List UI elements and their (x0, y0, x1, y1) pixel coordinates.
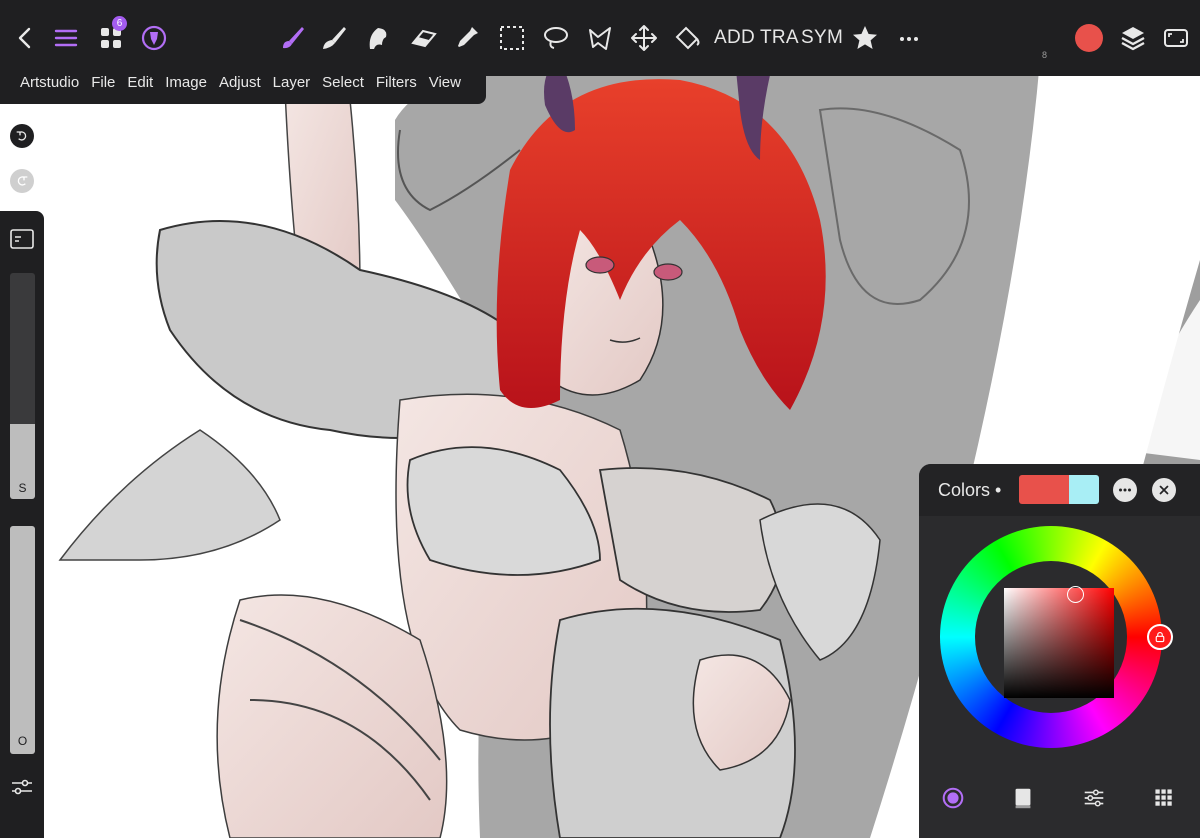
redo-button[interactable] (10, 169, 34, 193)
fullscreen-icon[interactable] (1158, 20, 1194, 56)
rect-select-icon[interactable] (494, 20, 530, 56)
layers-count-badge: 6 (112, 16, 127, 31)
menu-edit[interactable]: Edit (121, 74, 159, 91)
colors-more-button[interactable] (1113, 478, 1137, 502)
saturation-value-picker[interactable] (1067, 586, 1084, 603)
undo-icon (16, 131, 27, 141)
colors-panel-title: Colors • (938, 480, 1001, 501)
close-icon (1159, 485, 1169, 495)
menu-select[interactable]: Select (316, 74, 370, 91)
size-slider[interactable]: S (10, 273, 35, 499)
edge-mark: 8 (1042, 50, 1048, 60)
eraser-icon[interactable] (406, 20, 442, 56)
colors-title-bullet: • (995, 480, 1002, 500)
colors-panel: Colors • (919, 464, 1200, 838)
layers-icon[interactable] (1115, 20, 1151, 56)
back-icon[interactable] (8, 20, 44, 56)
smudge-icon[interactable] (316, 20, 352, 56)
hue-picker[interactable] (1147, 624, 1173, 650)
color-swatch[interactable] (1075, 24, 1103, 52)
symmetry-button[interactable]: SYM (801, 27, 843, 49)
redo-icon (17, 176, 28, 186)
menu-artstudio[interactable]: Artstudio (14, 74, 85, 91)
brush-preset-icon[interactable] (10, 229, 34, 249)
colors-close-button[interactable] (1152, 478, 1176, 502)
size-slider-label: S (18, 481, 27, 495)
swatches-tab-icon[interactable] (1150, 784, 1178, 812)
move-icon[interactable] (626, 20, 662, 56)
brush-slider-panel: S O (0, 211, 44, 838)
colors-panel-header: Colors • (919, 464, 1200, 516)
favorite-icon[interactable] (847, 20, 883, 56)
opacity-slider-label: O (17, 734, 28, 748)
colors-title-text: Colors (938, 480, 991, 500)
menu-file[interactable]: File (85, 74, 121, 91)
opacity-slider[interactable]: O (10, 526, 35, 754)
opacity-slider-fill (10, 526, 35, 754)
primary-color-swatch[interactable] (1019, 475, 1069, 504)
palette-tab-icon[interactable] (1009, 784, 1037, 812)
menu-view[interactable]: View (423, 74, 467, 91)
undo-button[interactable] (10, 124, 34, 148)
more-icon[interactable] (891, 20, 927, 56)
menu-bar: Artstudio File Edit Image Adjust Layer S… (0, 60, 486, 104)
sliders-tab-icon[interactable] (1080, 784, 1108, 812)
add-button[interactable]: ADD (714, 27, 755, 49)
paint-brush-icon[interactable] (274, 20, 310, 56)
transform-button[interactable]: TRA (760, 27, 799, 49)
lasso-select-icon[interactable] (538, 20, 574, 56)
eyedropper-icon[interactable] (449, 20, 485, 56)
menu-filters[interactable]: Filters (370, 74, 423, 91)
blend-icon[interactable] (359, 20, 395, 56)
lock-icon (1155, 631, 1165, 643)
adjust-icon[interactable] (10, 775, 34, 799)
secondary-color-swatch[interactable] (1069, 475, 1099, 504)
saturation-value-square[interactable] (1004, 588, 1114, 698)
more-dots-icon (1119, 488, 1131, 492)
menu-image[interactable]: Image (159, 74, 213, 91)
wheel-tab-icon[interactable] (939, 784, 967, 812)
menu-layer[interactable]: Layer (267, 74, 317, 91)
menu-icon[interactable] (48, 20, 84, 56)
magic-wand-icon[interactable] (583, 20, 619, 56)
brush-settings-icon[interactable] (136, 20, 172, 56)
fill-icon[interactable] (669, 20, 705, 56)
menu-adjust[interactable]: Adjust (213, 74, 267, 91)
